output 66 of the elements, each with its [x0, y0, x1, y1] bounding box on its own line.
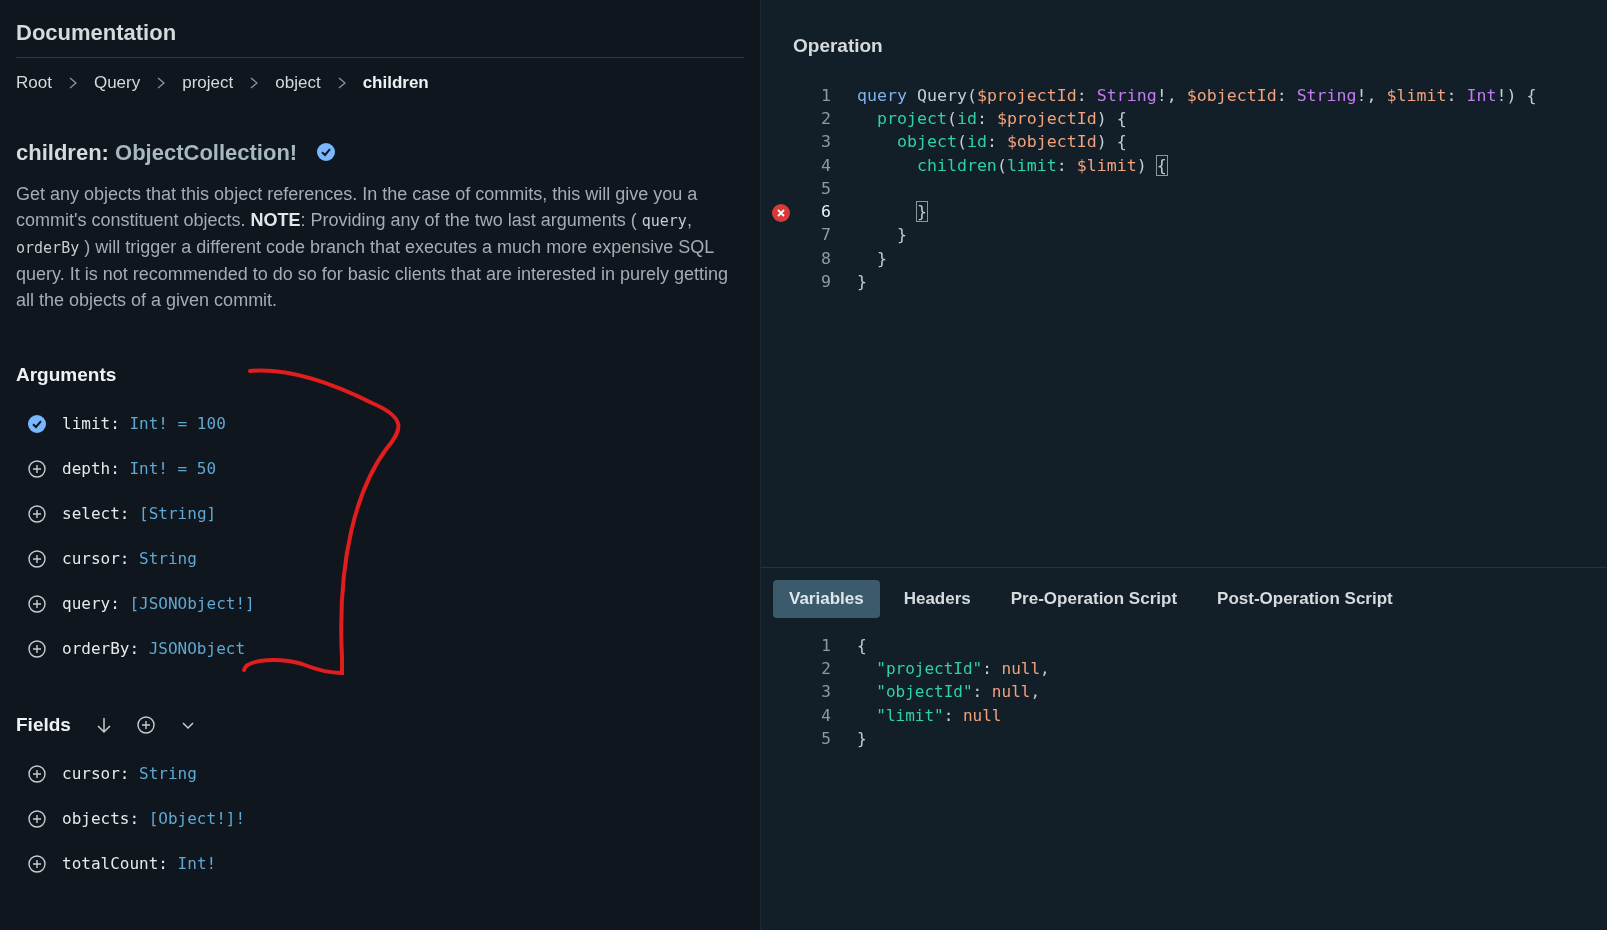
line-number: 1 — [820, 634, 831, 657]
docs-title: Documentation — [16, 16, 744, 58]
breadcrumb-link[interactable]: project — [182, 70, 234, 96]
code-line: { — [857, 634, 867, 657]
code-line: children(limit: $limit) { — [915, 154, 1167, 177]
breadcrumb-link[interactable]: Root — [16, 70, 52, 96]
code-line: "objectId": null, — [875, 681, 1041, 704]
chevron-icon — [249, 76, 260, 89]
tab[interactable]: Headers — [887, 580, 987, 618]
tab[interactable]: Variables — [773, 580, 880, 618]
breadcrumb-link[interactable]: object — [275, 70, 321, 96]
plus-circle-icon[interactable] — [28, 810, 46, 828]
section-title: Fields — [16, 713, 71, 737]
argument-entry[interactable]: objects: [Object!]! — [62, 807, 246, 831]
operation-title: Operation — [792, 34, 884, 58]
code-line: } — [895, 224, 907, 247]
argument-entry[interactable]: limit: Int! = 100 — [62, 411, 226, 436]
plus-circle-icon[interactable] — [28, 594, 46, 613]
line-number: 5 — [820, 727, 831, 750]
description: Get any objects that this object references. In the case of commits, this will give you a commit's constituent objects. NOTE: Providing any of the two last arguments ( query, orderBy ) will trigger a different code branch that executes a much more expensive SQL query. It is not recommended to do so for basic clients that are interested in purely getting all the objects of a given commit. — [16, 182, 730, 312]
code-line: "projectId": null, — [875, 657, 1050, 680]
line-number: 8 — [820, 247, 831, 270]
plus-circle-icon[interactable] — [28, 459, 46, 478]
tab[interactable]: Pre-Operation Script — [994, 580, 1194, 618]
plus-circle-icon[interactable] — [28, 765, 46, 783]
line-number: 3 — [820, 131, 831, 154]
argument-entry[interactable]: select: [String] — [62, 501, 217, 526]
code-line: } — [875, 247, 887, 270]
code-line: } — [857, 271, 867, 294]
chevron-icon — [67, 76, 78, 89]
line-number: 1 — [820, 84, 831, 107]
plus-circle-icon[interactable] — [28, 855, 46, 873]
argument-entry[interactable]: depth: Int! = 50 — [62, 456, 217, 481]
code-line: project(id: $projectId) { — [875, 108, 1127, 130]
plus-circle-icon[interactable] — [28, 549, 46, 568]
plus-circle-icon[interactable] — [28, 504, 46, 523]
line-number: 7 — [820, 224, 831, 247]
line-number: 4 — [820, 704, 831, 727]
code-line: object(id: $objectId) { — [895, 131, 1127, 154]
line-number: 4 — [820, 154, 831, 177]
code-line: } — [915, 201, 927, 224]
argument-entry[interactable]: query: [JSONObject!] — [62, 591, 255, 616]
line-number: 2 — [820, 108, 831, 130]
argument-entry[interactable]: totalCount: Int! — [62, 852, 217, 876]
line-number: 2 — [820, 657, 831, 680]
argument-entry[interactable]: cursor: String — [62, 762, 197, 786]
code-line: query Query($projectId: String!, $objectId: String!, $limit: Int!) { — [857, 84, 1537, 107]
argument-entry[interactable]: cursor: String — [62, 546, 197, 571]
line-number: 6 — [820, 201, 831, 224]
breadcrumb-link[interactable]: children — [362, 70, 429, 96]
line-number: 5 — [820, 177, 831, 200]
section-title: Arguments — [16, 362, 117, 387]
tab[interactable]: Post-Operation Script — [1201, 580, 1409, 618]
chevron-icon — [336, 76, 347, 89]
plus-circle-icon[interactable] — [136, 716, 155, 735]
argument-entry[interactable]: orderBy: JSONObject — [62, 636, 246, 661]
line-number: 9 — [820, 271, 831, 294]
field-heading: children: ObjectCollection! — [16, 138, 298, 167]
check-icon[interactable] — [28, 414, 46, 433]
code-line: "limit": null — [875, 704, 1002, 727]
code-line: } — [857, 727, 867, 750]
chevron-icon — [156, 76, 167, 89]
breadcrumb-link[interactable]: Query — [93, 70, 141, 96]
plus-circle-icon[interactable] — [28, 639, 46, 658]
line-number: 3 — [820, 681, 831, 704]
down-arrow-icon[interactable] — [94, 716, 113, 735]
